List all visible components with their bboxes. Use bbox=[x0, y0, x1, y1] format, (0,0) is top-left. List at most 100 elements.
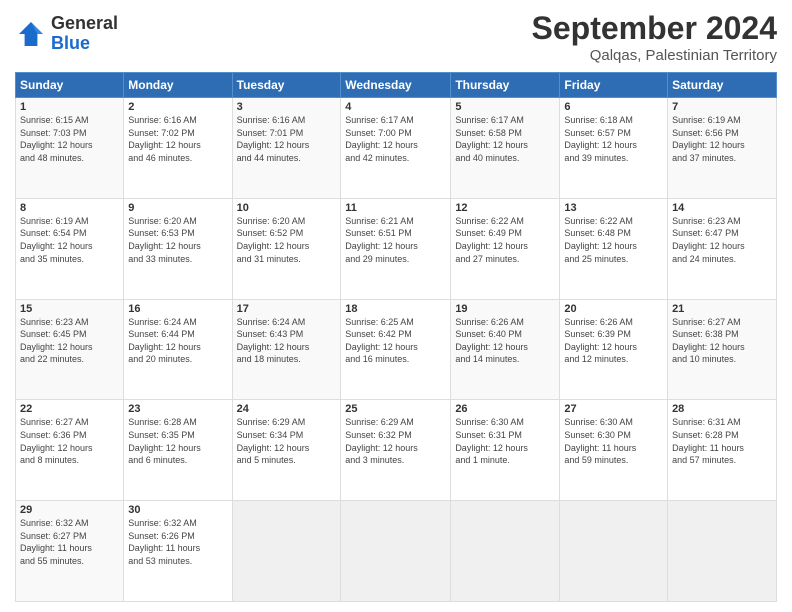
day-header-friday: Friday bbox=[560, 73, 668, 98]
calendar-cell bbox=[560, 501, 668, 602]
calendar-cell: 7Sunrise: 6:19 AM Sunset: 6:56 PM Daylig… bbox=[668, 98, 777, 199]
day-number: 6 bbox=[564, 101, 663, 113]
day-info: Sunrise: 6:20 AM Sunset: 6:53 PM Dayligh… bbox=[128, 215, 227, 265]
day-info: Sunrise: 6:19 AM Sunset: 6:56 PM Dayligh… bbox=[672, 114, 772, 164]
day-number: 18 bbox=[345, 303, 446, 315]
day-number: 10 bbox=[237, 202, 337, 214]
day-number: 26 bbox=[455, 403, 555, 415]
day-info: Sunrise: 6:22 AM Sunset: 6:48 PM Dayligh… bbox=[564, 215, 663, 265]
calendar-cell: 14Sunrise: 6:23 AM Sunset: 6:47 PM Dayli… bbox=[668, 198, 777, 299]
calendar-cell: 1Sunrise: 6:15 AM Sunset: 7:03 PM Daylig… bbox=[16, 98, 124, 199]
logo-icon bbox=[15, 18, 47, 50]
day-info: Sunrise: 6:26 AM Sunset: 6:40 PM Dayligh… bbox=[455, 316, 555, 366]
day-info: Sunrise: 6:27 AM Sunset: 6:38 PM Dayligh… bbox=[672, 316, 772, 366]
day-info: Sunrise: 6:23 AM Sunset: 6:45 PM Dayligh… bbox=[20, 316, 119, 366]
day-number: 23 bbox=[128, 403, 227, 415]
day-number: 17 bbox=[237, 303, 337, 315]
calendar-cell: 5Sunrise: 6:17 AM Sunset: 6:58 PM Daylig… bbox=[451, 98, 560, 199]
day-info: Sunrise: 6:16 AM Sunset: 7:01 PM Dayligh… bbox=[237, 114, 337, 164]
week-row-5: 29Sunrise: 6:32 AM Sunset: 6:27 PM Dayli… bbox=[16, 501, 777, 602]
day-info: Sunrise: 6:29 AM Sunset: 6:34 PM Dayligh… bbox=[237, 416, 337, 466]
calendar-cell: 30Sunrise: 6:32 AM Sunset: 6:26 PM Dayli… bbox=[124, 501, 232, 602]
day-header-sunday: Sunday bbox=[16, 73, 124, 98]
day-header-wednesday: Wednesday bbox=[341, 73, 451, 98]
calendar-header: SundayMondayTuesdayWednesdayThursdayFrid… bbox=[16, 73, 777, 98]
day-info: Sunrise: 6:28 AM Sunset: 6:35 PM Dayligh… bbox=[128, 416, 227, 466]
day-number: 13 bbox=[564, 202, 663, 214]
calendar-cell: 29Sunrise: 6:32 AM Sunset: 6:27 PM Dayli… bbox=[16, 501, 124, 602]
day-number: 4 bbox=[345, 101, 446, 113]
calendar-table: SundayMondayTuesdayWednesdayThursdayFrid… bbox=[15, 72, 777, 602]
day-info: Sunrise: 6:30 AM Sunset: 6:30 PM Dayligh… bbox=[564, 416, 663, 466]
day-info: Sunrise: 6:21 AM Sunset: 6:51 PM Dayligh… bbox=[345, 215, 446, 265]
calendar-cell: 9Sunrise: 6:20 AM Sunset: 6:53 PM Daylig… bbox=[124, 198, 232, 299]
day-number: 21 bbox=[672, 303, 772, 315]
day-info: Sunrise: 6:16 AM Sunset: 7:02 PM Dayligh… bbox=[128, 114, 227, 164]
day-number: 22 bbox=[20, 403, 119, 415]
day-number: 20 bbox=[564, 303, 663, 315]
day-number: 7 bbox=[672, 101, 772, 113]
day-info: Sunrise: 6:24 AM Sunset: 6:43 PM Dayligh… bbox=[237, 316, 337, 366]
day-info: Sunrise: 6:17 AM Sunset: 7:00 PM Dayligh… bbox=[345, 114, 446, 164]
header: General Blue September 2024 Qalqas, Pale… bbox=[15, 10, 777, 64]
calendar-cell: 16Sunrise: 6:24 AM Sunset: 6:44 PM Dayli… bbox=[124, 299, 232, 400]
day-number: 5 bbox=[455, 101, 555, 113]
day-info: Sunrise: 6:26 AM Sunset: 6:39 PM Dayligh… bbox=[564, 316, 663, 366]
title-block: September 2024 Qalqas, Palestinian Terri… bbox=[532, 10, 777, 64]
calendar-cell: 13Sunrise: 6:22 AM Sunset: 6:48 PM Dayli… bbox=[560, 198, 668, 299]
day-number: 16 bbox=[128, 303, 227, 315]
day-number: 9 bbox=[128, 202, 227, 214]
day-info: Sunrise: 6:23 AM Sunset: 6:47 PM Dayligh… bbox=[672, 215, 772, 265]
calendar-cell: 10Sunrise: 6:20 AM Sunset: 6:52 PM Dayli… bbox=[232, 198, 341, 299]
day-number: 28 bbox=[672, 403, 772, 415]
day-info: Sunrise: 6:17 AM Sunset: 6:58 PM Dayligh… bbox=[455, 114, 555, 164]
week-row-2: 8Sunrise: 6:19 AM Sunset: 6:54 PM Daylig… bbox=[16, 198, 777, 299]
day-info: Sunrise: 6:30 AM Sunset: 6:31 PM Dayligh… bbox=[455, 416, 555, 466]
calendar-cell: 20Sunrise: 6:26 AM Sunset: 6:39 PM Dayli… bbox=[560, 299, 668, 400]
calendar-cell bbox=[232, 501, 341, 602]
day-number: 27 bbox=[564, 403, 663, 415]
calendar-cell: 2Sunrise: 6:16 AM Sunset: 7:02 PM Daylig… bbox=[124, 98, 232, 199]
day-info: Sunrise: 6:24 AM Sunset: 6:44 PM Dayligh… bbox=[128, 316, 227, 366]
calendar-cell bbox=[341, 501, 451, 602]
calendar-cell: 26Sunrise: 6:30 AM Sunset: 6:31 PM Dayli… bbox=[451, 400, 560, 501]
day-number: 12 bbox=[455, 202, 555, 214]
day-number: 14 bbox=[672, 202, 772, 214]
calendar-cell: 4Sunrise: 6:17 AM Sunset: 7:00 PM Daylig… bbox=[341, 98, 451, 199]
subtitle: Qalqas, Palestinian Territory bbox=[532, 47, 777, 64]
logo-text: General Blue bbox=[51, 14, 118, 54]
day-header-thursday: Thursday bbox=[451, 73, 560, 98]
week-row-4: 22Sunrise: 6:27 AM Sunset: 6:36 PM Dayli… bbox=[16, 400, 777, 501]
calendar-cell: 18Sunrise: 6:25 AM Sunset: 6:42 PM Dayli… bbox=[341, 299, 451, 400]
calendar-page: General Blue September 2024 Qalqas, Pale… bbox=[0, 0, 792, 612]
calendar-cell: 19Sunrise: 6:26 AM Sunset: 6:40 PM Dayli… bbox=[451, 299, 560, 400]
day-number: 29 bbox=[20, 504, 119, 516]
calendar-cell bbox=[668, 501, 777, 602]
day-number: 24 bbox=[237, 403, 337, 415]
day-number: 30 bbox=[128, 504, 227, 516]
day-number: 3 bbox=[237, 101, 337, 113]
day-info: Sunrise: 6:19 AM Sunset: 6:54 PM Dayligh… bbox=[20, 215, 119, 265]
day-number: 1 bbox=[20, 101, 119, 113]
days-of-week-row: SundayMondayTuesdayWednesdayThursdayFrid… bbox=[16, 73, 777, 98]
day-info: Sunrise: 6:32 AM Sunset: 6:26 PM Dayligh… bbox=[128, 517, 227, 567]
day-number: 2 bbox=[128, 101, 227, 113]
calendar-cell: 17Sunrise: 6:24 AM Sunset: 6:43 PM Dayli… bbox=[232, 299, 341, 400]
day-number: 15 bbox=[20, 303, 119, 315]
logo-general-text: General bbox=[51, 14, 118, 34]
calendar-cell: 8Sunrise: 6:19 AM Sunset: 6:54 PM Daylig… bbox=[16, 198, 124, 299]
day-info: Sunrise: 6:18 AM Sunset: 6:57 PM Dayligh… bbox=[564, 114, 663, 164]
logo-blue-text: Blue bbox=[51, 34, 118, 54]
calendar-cell: 25Sunrise: 6:29 AM Sunset: 6:32 PM Dayli… bbox=[341, 400, 451, 501]
calendar-cell bbox=[451, 501, 560, 602]
day-header-monday: Monday bbox=[124, 73, 232, 98]
calendar-cell: 24Sunrise: 6:29 AM Sunset: 6:34 PM Dayli… bbox=[232, 400, 341, 501]
day-info: Sunrise: 6:29 AM Sunset: 6:32 PM Dayligh… bbox=[345, 416, 446, 466]
calendar-cell: 27Sunrise: 6:30 AM Sunset: 6:30 PM Dayli… bbox=[560, 400, 668, 501]
logo: General Blue bbox=[15, 14, 118, 54]
calendar-body: 1Sunrise: 6:15 AM Sunset: 7:03 PM Daylig… bbox=[16, 98, 777, 602]
calendar-cell: 12Sunrise: 6:22 AM Sunset: 6:49 PM Dayli… bbox=[451, 198, 560, 299]
day-info: Sunrise: 6:31 AM Sunset: 6:28 PM Dayligh… bbox=[672, 416, 772, 466]
calendar-cell: 22Sunrise: 6:27 AM Sunset: 6:36 PM Dayli… bbox=[16, 400, 124, 501]
calendar-cell: 15Sunrise: 6:23 AM Sunset: 6:45 PM Dayli… bbox=[16, 299, 124, 400]
